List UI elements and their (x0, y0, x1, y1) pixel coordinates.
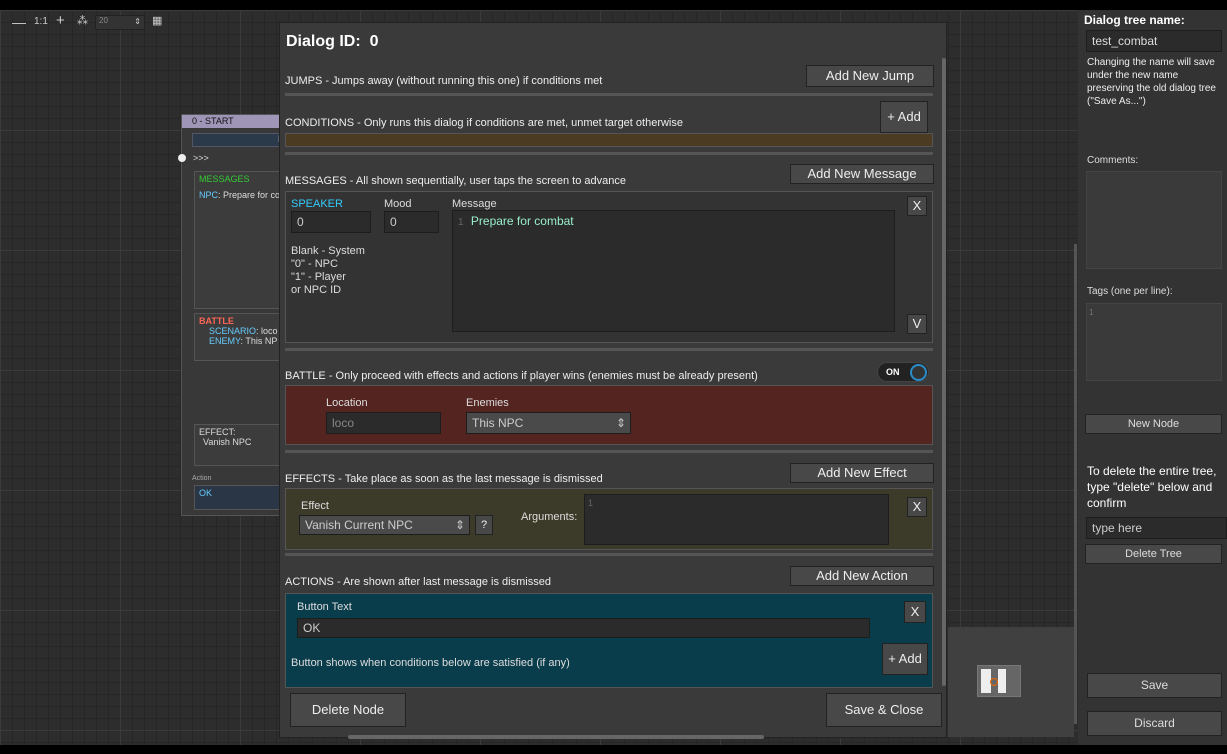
move-message-down-button[interactable]: V (907, 314, 927, 334)
effect-label: Effect (301, 500, 329, 512)
remove-action-button[interactable]: X (904, 601, 926, 623)
layout-icon[interactable]: ⁂ (77, 14, 88, 27)
node-scenario-label: SCENARIO (209, 326, 257, 336)
location-label: Location (326, 397, 368, 409)
message-label: Message (452, 198, 497, 210)
node-input-port[interactable] (178, 154, 186, 162)
stepper-icon: ⇕ (134, 17, 141, 26)
effects-header: EFFECTS - Take place as soon as the last… (285, 473, 603, 485)
effect-card: Effect Vanish Current NPC ⇕ ? Arguments: … (285, 488, 933, 550)
arguments-label: Arguments: (521, 511, 578, 523)
node-edit-button[interactable]: Ed (192, 133, 292, 147)
node-battle-label: BATTLE (199, 316, 234, 326)
divider (285, 553, 933, 556)
comments-textarea[interactable] (1086, 171, 1222, 269)
new-node-button[interactable]: New Node (1085, 414, 1222, 434)
conditions-list (285, 133, 933, 147)
divider (285, 152, 933, 155)
jumps-header: JUMPS - Jumps away (without running this… (285, 75, 603, 87)
arguments-textarea[interactable]: 1 (584, 494, 889, 545)
message-textarea[interactable]: 1 Prepare for combat (452, 210, 895, 332)
node-effect-val: Vanish NPC (203, 437, 252, 447)
node-enemy-val: : This NP (240, 336, 278, 346)
node-effect-label: EFFECT: (199, 427, 236, 437)
divider (285, 348, 933, 351)
remove-effect-button[interactable]: X (907, 497, 927, 517)
save-close-button[interactable]: Save & Close (826, 693, 942, 727)
delete-tree-note: To delete the entire tree, type "delete"… (1087, 464, 1217, 510)
select-arrows-icon: ⇕ (454, 518, 465, 532)
effect-help-button[interactable]: ? (475, 515, 493, 535)
action-card: Button Text OK X Button shows when condi… (285, 593, 933, 688)
add-action-condition-button[interactable]: + Add (882, 643, 928, 675)
remove-message-button[interactable]: X (907, 196, 927, 216)
discard-button[interactable]: Discard (1087, 711, 1222, 736)
node-header[interactable]: 0 - START (182, 115, 290, 128)
tree-name-input[interactable]: test_combat (1086, 30, 1222, 52)
battle-toggle[interactable]: ON (877, 362, 929, 382)
grid-icon[interactable]: ▦ (152, 14, 162, 27)
divider (285, 93, 933, 96)
comments-label: Comments: (1087, 155, 1139, 166)
dialog-node[interactable]: 0 - START Ed >>> MESSAGES NPC: Prepare f… (178, 114, 294, 516)
add-action-button[interactable]: Add New Action (790, 566, 934, 586)
enemies-label: Enemies (466, 397, 509, 409)
tags-textarea[interactable]: 1 (1086, 303, 1222, 381)
minimap[interactable] (948, 627, 1074, 737)
grid-size-field[interactable]: 20 ⇕ (95, 15, 145, 30)
dialog-editor-panel: Dialog ID: 0 JUMPS - Jumps away (without… (279, 22, 947, 739)
save-button[interactable]: Save (1087, 673, 1222, 698)
add-condition-button[interactable]: + Add (880, 101, 928, 133)
zoom-reset-button[interactable]: 1:1 (34, 16, 48, 27)
zoom-out-icon[interactable]: — (12, 14, 26, 30)
graph-scrollbar[interactable] (1074, 244, 1077, 724)
action-conditions-note: Button shows when conditions below are s… (291, 657, 570, 669)
tags-label: Tags (one per line): (1087, 286, 1173, 297)
mood-label: Mood (384, 198, 412, 210)
delete-confirm-input[interactable]: type here (1086, 517, 1227, 539)
speaker-hint: Blank - System "0" - NPC "1" - Player or NP… (291, 245, 365, 296)
vertical-scrollbar[interactable] (942, 58, 946, 686)
divider (285, 450, 933, 453)
node-ok-action[interactable]: OK (199, 488, 212, 498)
speaker-label: SPEAKER (291, 198, 343, 210)
message-card: SPEAKER 0 Mood 0 Blank - System "0" - NPC… (285, 191, 933, 343)
effect-select[interactable]: Vanish Current NPC ⇕ (299, 515, 470, 535)
add-jump-button[interactable]: Add New Jump (806, 65, 934, 87)
button-text-input[interactable]: OK (297, 618, 870, 638)
tree-properties-panel: Dialog tree name: test_combat Changing t… (1078, 10, 1227, 745)
node-npc-text: : Prepare for co (218, 190, 281, 200)
node-enemy-label: ENEMY (209, 336, 241, 346)
location-input[interactable]: loco (326, 412, 441, 434)
node-scenario-val: : loco (256, 326, 278, 336)
horizontal-scrollbar[interactable] (348, 735, 764, 739)
conditions-header: CONDITIONS - Only runs this dialog if co… (285, 117, 683, 129)
speaker-input[interactable]: 0 (291, 211, 371, 233)
actions-header: ACTIONS - Are shown after last message i… (285, 576, 551, 588)
select-arrows-icon: ⇕ (615, 416, 626, 430)
tree-name-note: Changing the name will save under the ne… (1087, 57, 1216, 107)
node-arrows: >>> (193, 153, 209, 163)
battle-card: Location loco Enemies This NPC ⇕ (285, 385, 933, 445)
node-action-label: Action (192, 475, 212, 482)
add-message-button[interactable]: Add New Message (790, 164, 934, 184)
delete-node-button[interactable]: Delete Node (290, 693, 406, 727)
battle-header: BATTLE - Only proceed with effects and a… (285, 370, 758, 382)
messages-header: MESSAGES - All shown sequentially, user … (285, 175, 626, 187)
tree-name-label: Dialog tree name: (1084, 13, 1185, 27)
node-npc-label: NPC (199, 190, 219, 200)
minimap-viewport[interactable] (977, 665, 1021, 697)
zoom-in-icon[interactable]: + (56, 12, 65, 29)
delete-tree-button[interactable]: Delete Tree (1085, 544, 1222, 564)
node-messages-label: MESSAGES (199, 174, 250, 184)
button-text-label: Button Text (297, 601, 352, 613)
enemies-select[interactable]: This NPC ⇕ (466, 412, 631, 434)
add-effect-button[interactable]: Add New Effect (790, 463, 934, 483)
dialog-id-title: Dialog ID: 0 (286, 33, 379, 50)
mood-input[interactable]: 0 (384, 211, 439, 233)
